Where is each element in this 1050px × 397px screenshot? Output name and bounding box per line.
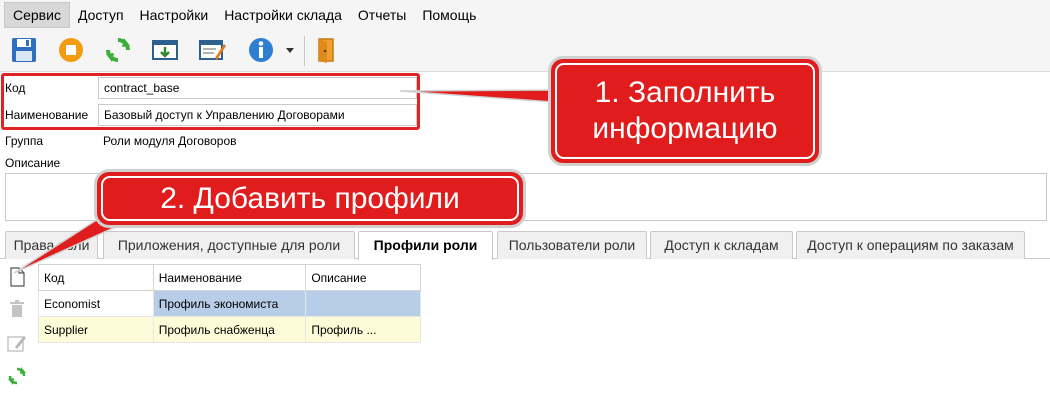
tab-role-rights[interactable]: Права роли (5, 231, 98, 259)
save-icon[interactable] (10, 36, 38, 64)
callout-add-profiles: 2. Добавить профили (97, 172, 523, 225)
callout-fill-info: 1. Заполнить информацию (551, 59, 819, 163)
refresh-icon[interactable] (104, 36, 132, 64)
dropdown-arrow-icon[interactable] (285, 47, 295, 55)
cell-code[interactable]: Economist (38, 290, 154, 317)
table-header: Код Наименование Описание (38, 264, 421, 291)
callout-fill-info-text: 1. Заполнить информацию (555, 63, 815, 159)
cell-description[interactable] (305, 290, 421, 317)
menu-warehouse-settings[interactable]: Настройки склада (216, 3, 350, 27)
cell-name[interactable]: Профиль снабженца (152, 316, 307, 343)
column-header-description[interactable]: Описание (305, 264, 421, 291)
cell-name[interactable]: Профиль экономиста (152, 290, 307, 317)
toolbar (0, 30, 1050, 72)
group-label: Группа (5, 134, 44, 148)
menu-service[interactable]: Сервис (4, 2, 70, 28)
menu-reports[interactable]: Отчеты (350, 3, 414, 27)
edit-icon[interactable] (7, 333, 27, 353)
group-value[interactable]: Роли модуля Договоров (103, 134, 237, 148)
stop-icon[interactable] (57, 36, 85, 64)
column-header-code[interactable]: Код (38, 264, 154, 291)
menu-help[interactable]: Помощь (414, 3, 484, 27)
cell-code[interactable]: Supplier (38, 316, 154, 343)
tab-order-operations-access[interactable]: Доступ к операциям по заказам (796, 231, 1025, 259)
column-header-name[interactable]: Наименование (152, 264, 307, 291)
menu-settings[interactable]: Настройки (132, 3, 217, 27)
tab-role-users[interactable]: Пользователи роли (497, 231, 647, 259)
edit-table-icon[interactable] (198, 36, 226, 64)
import-icon[interactable] (151, 36, 179, 64)
profiles-table: Код Наименование Описание Economist Проф… (38, 264, 421, 343)
menu-bar: Сервис Доступ Настройки Настройки склада… (0, 0, 1050, 30)
table-row[interactable]: Economist Профиль экономиста (38, 290, 421, 317)
info-icon[interactable] (247, 36, 275, 64)
refresh-list-icon[interactable] (7, 366, 27, 386)
tab-role-applications[interactable]: Приложения, доступные для роли (103, 231, 355, 259)
menu-access[interactable]: Доступ (70, 3, 132, 27)
exit-door-icon[interactable] (311, 36, 339, 64)
cell-description[interactable]: Профиль ... (305, 316, 421, 343)
table-row[interactable]: Supplier Профиль снабженца Профиль ... (38, 316, 421, 343)
delete-icon[interactable] (7, 299, 27, 319)
info-highlight-frame (1, 73, 420, 130)
new-document-icon[interactable] (7, 267, 27, 287)
callout-add-profiles-text: 2. Добавить профили (101, 176, 519, 221)
tab-role-profiles[interactable]: Профили роли (358, 231, 493, 260)
tab-warehouse-access[interactable]: Доступ к складам (650, 231, 793, 259)
toolbar-separator (304, 36, 305, 66)
description-label: Описание (5, 156, 61, 170)
